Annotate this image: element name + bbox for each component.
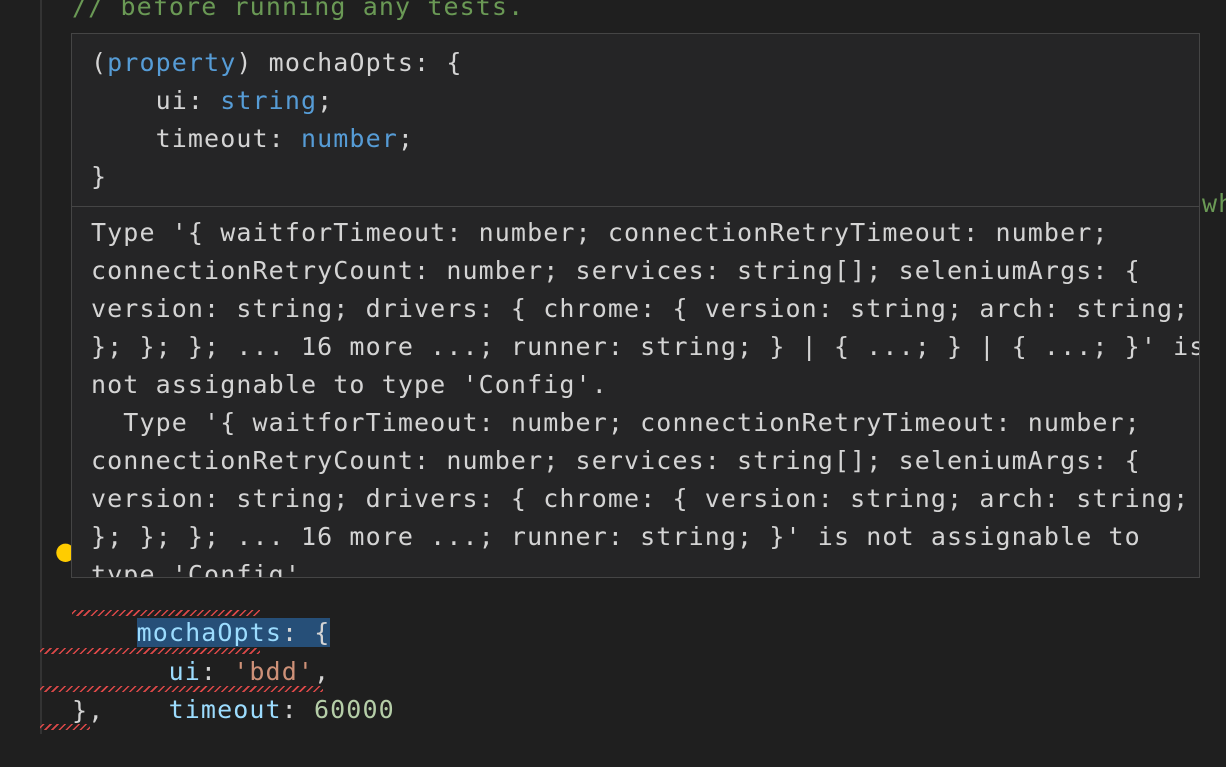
signature-line-1: (property) mochaOpts: { [91,44,463,82]
timeout-key: timeout [168,695,282,724]
signature-line-2: ui: string; [91,82,333,120]
signature-timeout-type: number [300,124,398,153]
signature-line-4: } [91,162,108,191]
timeout-colon: : [281,695,314,724]
hover-signature: (property) mochaOpts: { ui: string; time… [72,34,1199,206]
signature-ui-type: string [220,86,318,115]
signature-name: ) mochaOpts: { [236,48,463,77]
diagnostic-message: Type '{ waitforTimeout: number; connecti… [91,218,1199,578]
indent-guide [40,0,42,734]
timeout-value: 60000 [313,695,395,724]
comment-line: // before running any tests. [72,0,525,21]
error-squiggle [40,724,90,730]
signature-keyword: property [107,48,237,77]
hover-tooltip[interactable]: (property) mochaOpts: { ui: string; time… [71,33,1200,578]
signature-timeout-end: ; [397,124,415,153]
lightbulb-icon[interactable]: ● [55,538,76,564]
hover-divider [72,206,1199,207]
signature-ui-end: ; [317,86,334,115]
signature-line-3: timeout: number; [91,120,414,158]
code-line-mochaopts[interactable]: mochaOpts: { [72,576,331,647]
signature-paren: ( [91,48,108,77]
signature-timeout-key: timeout: [91,124,301,153]
signature-ui-key: ui: [91,86,221,115]
truncated-comment-text: who [1202,189,1226,218]
